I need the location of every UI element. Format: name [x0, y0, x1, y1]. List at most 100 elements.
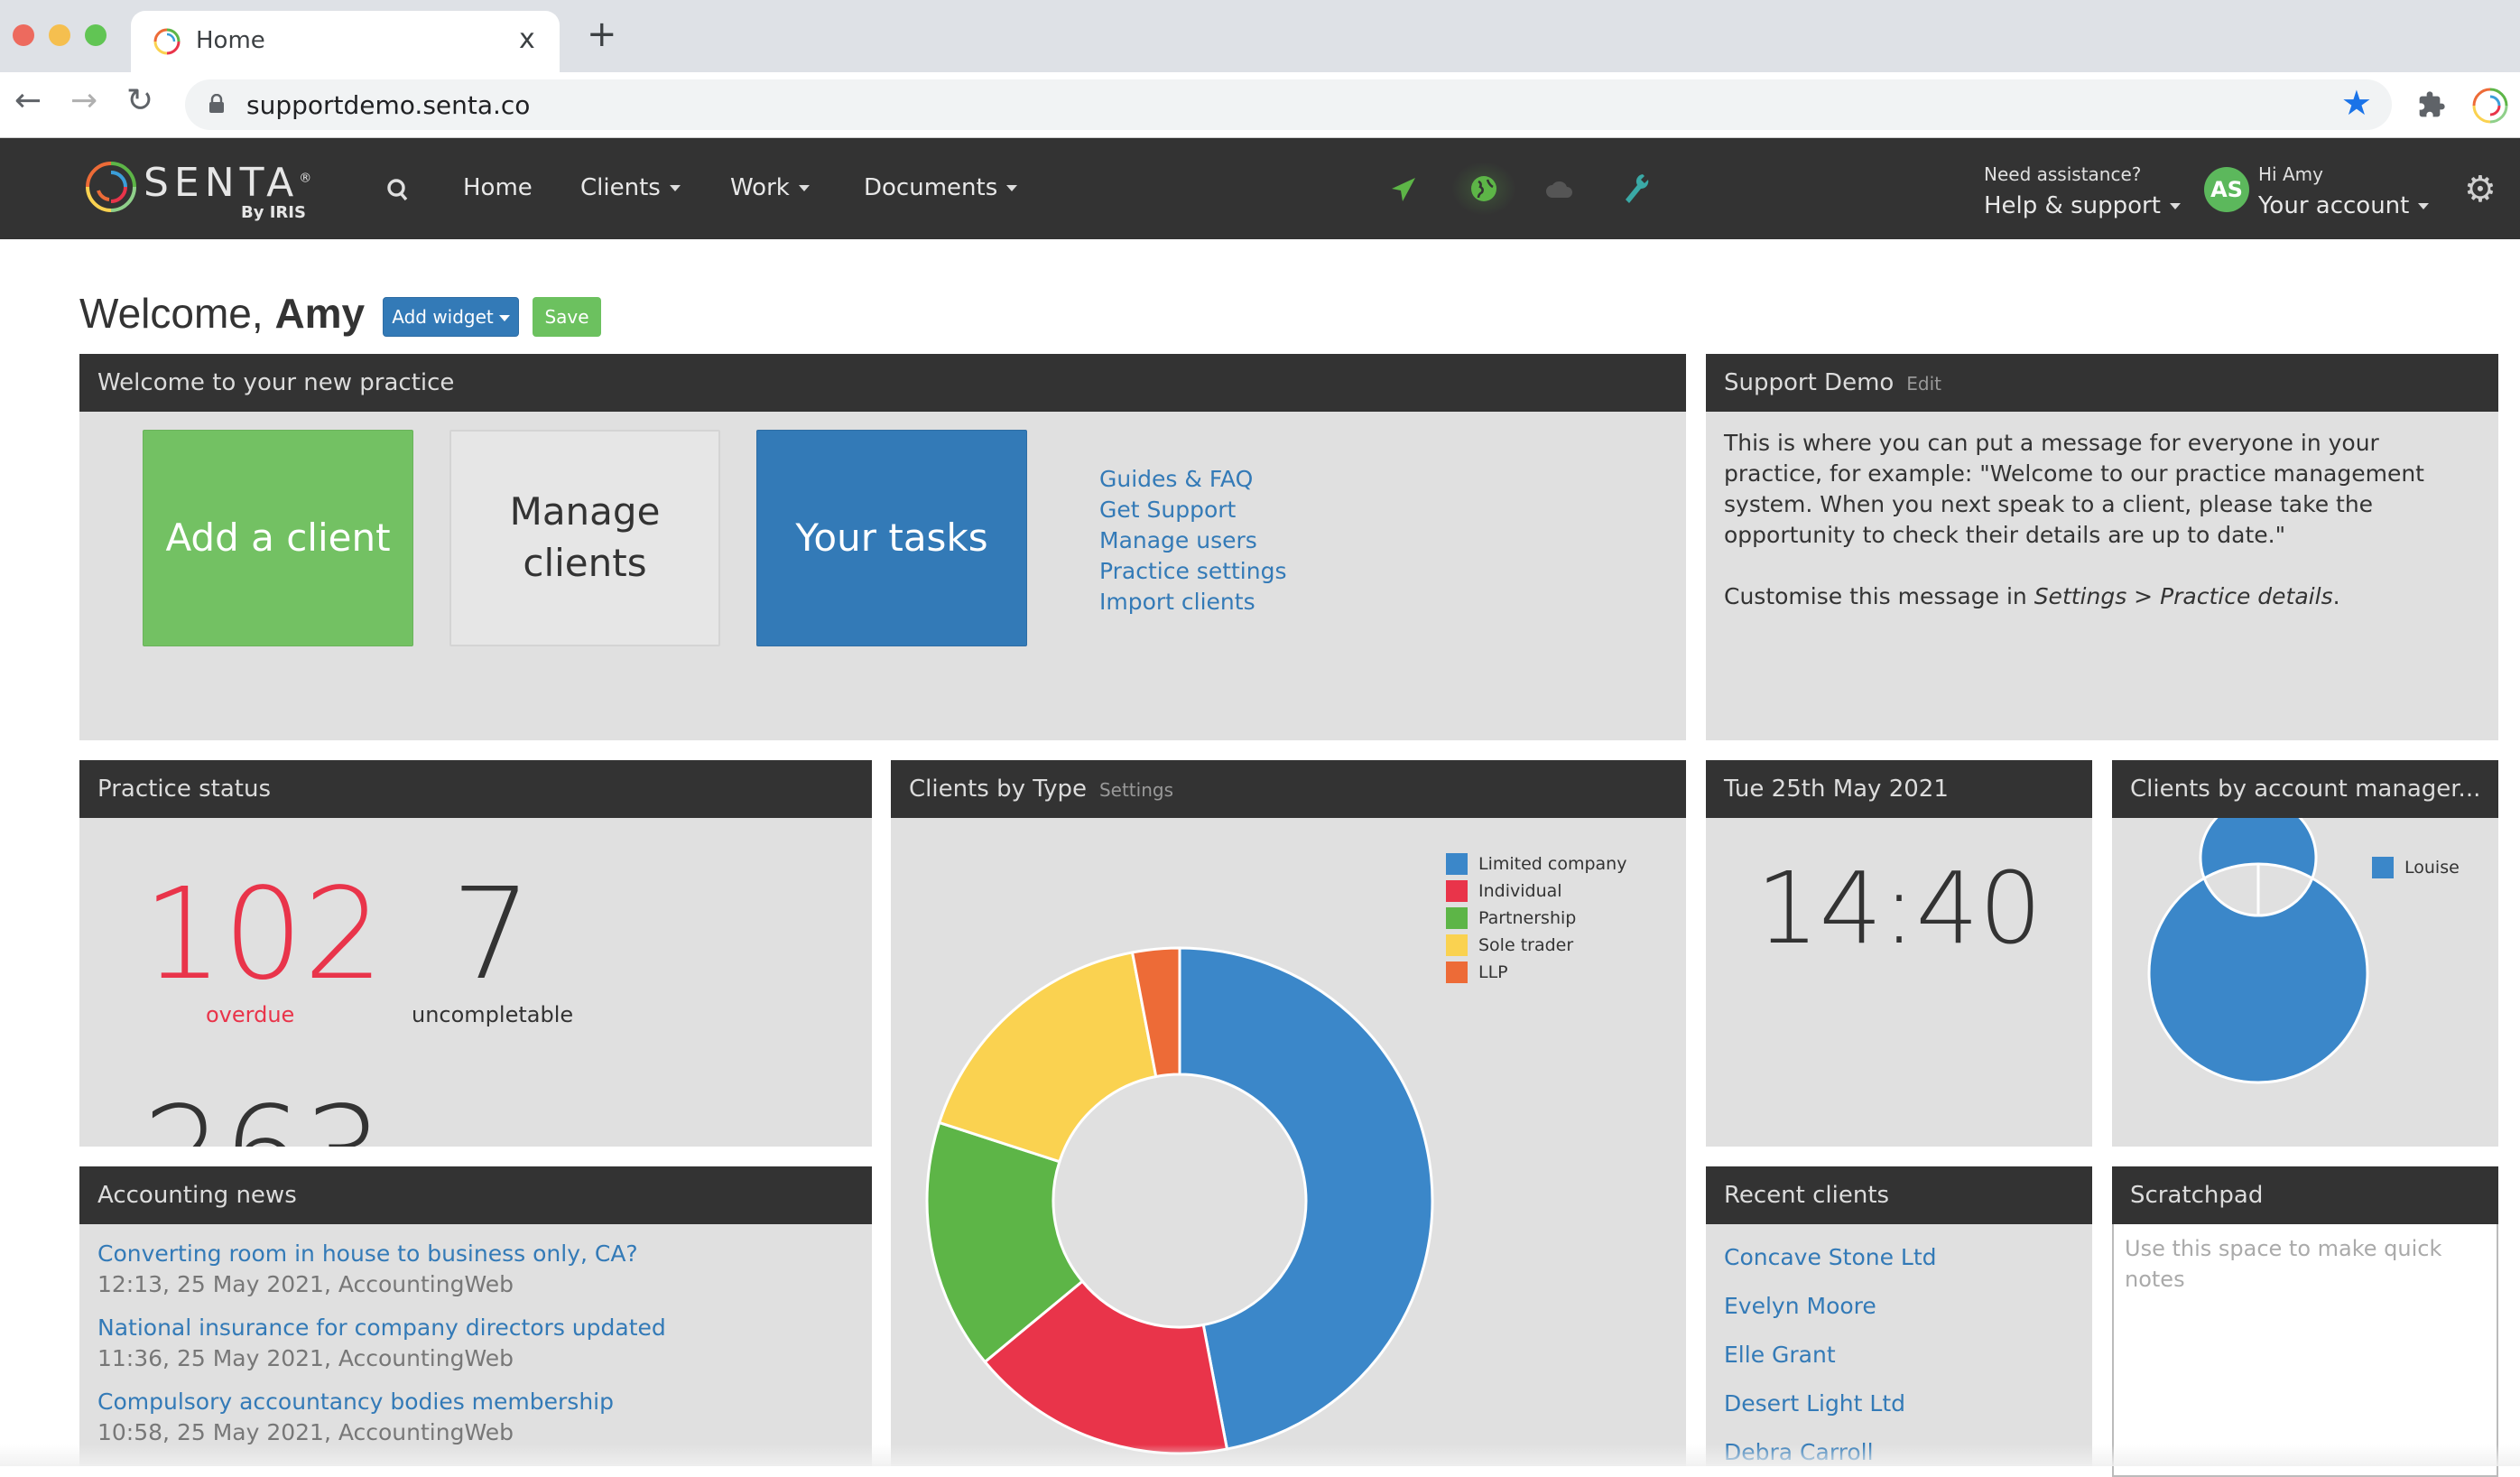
manage-users-link[interactable]: Manage users	[1099, 525, 1287, 556]
your-tasks-tile[interactable]: Your tasks	[756, 430, 1027, 646]
legend-label: Louise	[2404, 858, 2460, 878]
practice-settings-link[interactable]: Practice settings	[1099, 556, 1287, 587]
pie-slice-sole-trader[interactable]	[937, 951, 1158, 1164]
recent-clients-widget: Recent clients Concave Stone Ltd Evelyn …	[1706, 1166, 2092, 1466]
chevron-down-icon	[798, 185, 810, 191]
settings-gears-icon[interactable]: ⚙	[2464, 169, 2497, 210]
edit-link[interactable]: Edit	[1906, 373, 1941, 395]
forward-button[interactable]: →	[70, 85, 97, 117]
legend-item[interactable]: Sole trader	[1446, 932, 1626, 959]
import-clients-link[interactable]: Import clients	[1099, 587, 1287, 618]
save-button[interactable]: Save	[533, 297, 601, 337]
clock-time: 14:40	[1756, 850, 2043, 966]
guides-faq-link[interactable]: Guides & FAQ	[1099, 464, 1287, 495]
add-widget-button[interactable]: Add widget	[383, 297, 519, 337]
chevron-down-icon	[498, 315, 510, 321]
client-link[interactable]: Elle Grant	[1724, 1331, 2074, 1379]
practice-status-widget: Practice status 102 overdue 7 uncompleta…	[79, 760, 872, 1147]
widget-header: Practice status	[79, 760, 872, 818]
legend-item[interactable]: Partnership	[1446, 905, 1626, 932]
uncompletable-count[interactable]: 7	[451, 872, 532, 999]
account-manager-widget: Clients by account manager... Louise	[2112, 760, 2498, 1147]
pie-slice-limited-company[interactable]	[1178, 946, 1434, 1451]
customise-note: Customise this message in Settings > Pra…	[1724, 583, 2340, 609]
lock-icon	[209, 94, 224, 113]
legend-label: Individual	[1478, 881, 1562, 901]
pie-slice-louise[interactable]	[2147, 818, 2369, 1084]
welcome-widget: Welcome to your new practice Add a clien…	[79, 354, 1686, 740]
get-support-link[interactable]: Get Support	[1099, 495, 1287, 525]
extensions-puzzle-icon[interactable]	[2417, 90, 2446, 119]
widget-header: Accounting news	[79, 1166, 872, 1224]
wrench-icon[interactable]	[1623, 172, 1650, 205]
news-meta: 10:58, 25 May 2021, AccountingWeb	[97, 1419, 514, 1445]
minimize-window-button[interactable]	[49, 24, 70, 46]
browser-address-bar: ← → ↻ supportdemo.senta.co ★	[0, 72, 2520, 138]
nav-home[interactable]: Home	[463, 174, 533, 201]
news-list: Converting room in house to business onl…	[79, 1224, 872, 1448]
nav-work[interactable]: Work	[730, 174, 810, 201]
globe-icon[interactable]	[1469, 174, 1498, 203]
tab-close-icon[interactable]: x	[519, 23, 535, 55]
overdue-count[interactable]: 102	[143, 872, 384, 999]
add-client-tile[interactable]: Add a client	[143, 430, 413, 646]
client-link[interactable]: Debra Carroll	[1724, 1428, 2074, 1466]
logo-subtitle: By IRIS	[241, 203, 306, 222]
news-link[interactable]: Compulsory accountancy bodies membership	[97, 1387, 854, 1417]
url-bar[interactable]: supportdemo.senta.co ★	[185, 79, 2392, 130]
third-count[interactable]: 263	[143, 1091, 384, 1147]
widget-header: Clients by Type Settings	[891, 760, 1686, 818]
legend-item[interactable]: Individual	[1446, 878, 1626, 905]
chevron-down-icon	[2169, 203, 2181, 209]
chart-legend: Louise	[2372, 854, 2460, 881]
legend-swatch	[1446, 907, 1468, 929]
nav-clients[interactable]: Clients	[580, 174, 681, 201]
maximize-window-button[interactable]	[85, 24, 107, 46]
back-button[interactable]: ←	[14, 85, 42, 117]
support-message-body: This is where you can put a message for …	[1724, 430, 2424, 548]
reload-button[interactable]: ↻	[126, 85, 153, 117]
manage-clients-tile[interactable]: Manage clients	[449, 430, 720, 646]
overdue-label: overdue	[206, 1002, 295, 1027]
client-link[interactable]: Concave Stone Ltd	[1724, 1233, 2074, 1282]
legend-item[interactable]: LLP	[1446, 959, 1626, 986]
nav-documents[interactable]: Documents	[864, 174, 1018, 201]
logo-text: SENTA®	[144, 160, 318, 206]
quick-links: Guides & FAQ Get Support Manage users Pr…	[1099, 464, 1287, 618]
chart-legend: Limited company Individual Partnership Sole…	[1446, 850, 1626, 986]
legend-label: Limited company	[1478, 854, 1627, 874]
legend-swatch	[1446, 934, 1468, 956]
senta-logo-icon	[86, 162, 136, 212]
bookmark-star-icon[interactable]: ★	[2341, 83, 2372, 123]
url-text: supportdemo.senta.co	[246, 90, 531, 120]
legend-item[interactable]: Louise	[2372, 854, 2460, 881]
date-widget: Tue 25th May 2021 14:40	[1706, 760, 2092, 1147]
avatar[interactable]: AS	[2204, 167, 2249, 212]
profile-icon[interactable]	[2471, 87, 2509, 125]
new-tab-button[interactable]: +	[587, 16, 617, 52]
widget-header: Tue 25th May 2021	[1706, 760, 2092, 818]
widget-header: Support Demo Edit	[1706, 354, 2498, 412]
send-icon[interactable]	[1390, 176, 1417, 203]
search-icon[interactable]	[386, 178, 410, 203]
account-dropdown[interactable]: Your account	[2258, 192, 2430, 219]
widget-header: Scratchpad	[2112, 1166, 2498, 1224]
clients-by-type-widget: Clients by Type Settings Limited company I…	[891, 760, 1686, 1466]
help-support-dropdown[interactable]: Help & support	[1984, 192, 2181, 219]
browser-tab[interactable]: Home x	[131, 11, 560, 72]
news-item: National insurance for company directors…	[97, 1313, 854, 1374]
browser-tab-bar: Home x +	[0, 0, 2520, 72]
scratchpad-input[interactable]	[2112, 1224, 2498, 1477]
client-link[interactable]: Evelyn Moore	[1724, 1282, 2074, 1331]
senta-logo[interactable]: SENTA® By IRIS	[86, 156, 311, 227]
cloud-icon[interactable]	[1545, 178, 1572, 200]
help-prompt: Need assistance?	[1984, 163, 2142, 185]
chevron-down-icon	[2418, 203, 2430, 209]
news-link[interactable]: Converting room in house to business onl…	[97, 1239, 854, 1269]
news-link[interactable]: National insurance for company directors…	[97, 1313, 854, 1343]
widget-header: Welcome to your new practice	[79, 354, 1686, 412]
settings-link[interactable]: Settings	[1099, 779, 1173, 801]
legend-item[interactable]: Limited company	[1446, 850, 1626, 878]
close-window-button[interactable]	[13, 24, 34, 46]
client-link[interactable]: Desert Light Ltd	[1724, 1379, 2074, 1428]
